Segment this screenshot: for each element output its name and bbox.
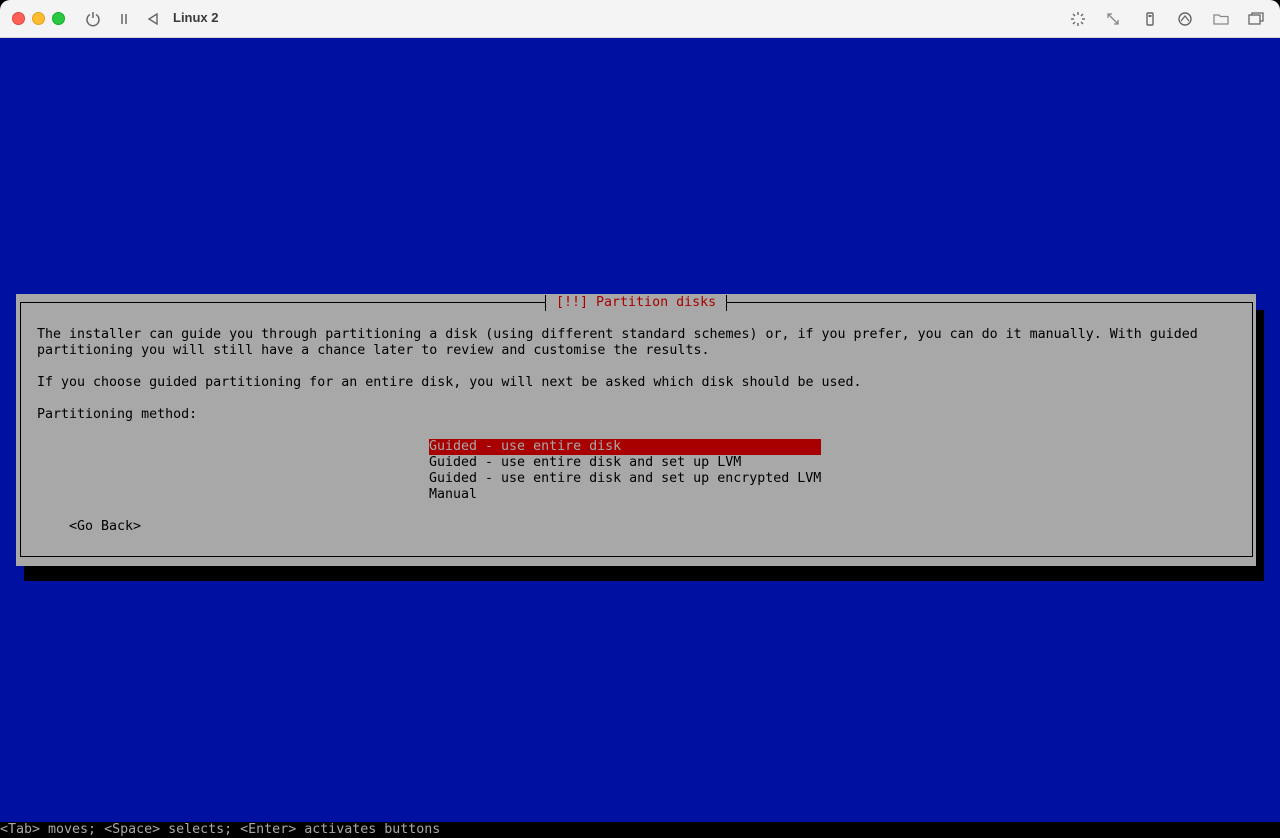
- description-line-3: If you choose guided partitioning for an…: [37, 375, 862, 390]
- network-icon[interactable]: [1175, 9, 1195, 29]
- description-line-2: partitioning you will still have a chanc…: [37, 343, 710, 358]
- dialog-frame: [!!] Partition disks The installer can g…: [20, 295, 1253, 557]
- brightness-icon[interactable]: [1068, 9, 1088, 29]
- minimize-window-button[interactable]: [32, 12, 45, 25]
- window-titlebar: Linux 2: [0, 0, 1280, 38]
- folder-icon[interactable]: [1211, 9, 1231, 29]
- option-guided-entire-disk[interactable]: Guided - use entire disk: [429, 439, 821, 455]
- description-line-1: The installer can guide you through part…: [37, 327, 1198, 342]
- close-window-button[interactable]: [12, 12, 25, 25]
- vm-screen[interactable]: [!!] Partition disks The installer can g…: [0, 38, 1280, 838]
- windows-icon[interactable]: [1246, 9, 1266, 29]
- back-icon[interactable]: [143, 9, 163, 29]
- partition-dialog: [!!] Partition disks The installer can g…: [16, 294, 1256, 566]
- zoom-window-button[interactable]: [52, 12, 65, 25]
- power-icon[interactable]: [83, 9, 103, 29]
- resize-icon[interactable]: [1103, 9, 1123, 29]
- go-back-button[interactable]: <Go Back>: [69, 519, 141, 535]
- dialog-title: [!!] Partition disks: [545, 295, 728, 311]
- option-guided-encrypted-lvm[interactable]: Guided - use entire disk and set up encr…: [429, 471, 821, 487]
- usb-icon[interactable]: [1140, 9, 1160, 29]
- option-guided-lvm[interactable]: Guided - use entire disk and set up LVM: [429, 455, 821, 471]
- option-manual[interactable]: Manual: [429, 487, 821, 503]
- vm-title: Linux 2: [173, 10, 219, 25]
- pause-icon[interactable]: [114, 9, 134, 29]
- partitioning-method-label: Partitioning method:: [37, 407, 198, 422]
- status-bar: <Tab> moves; <Space> selects; <Enter> ac…: [0, 822, 1280, 838]
